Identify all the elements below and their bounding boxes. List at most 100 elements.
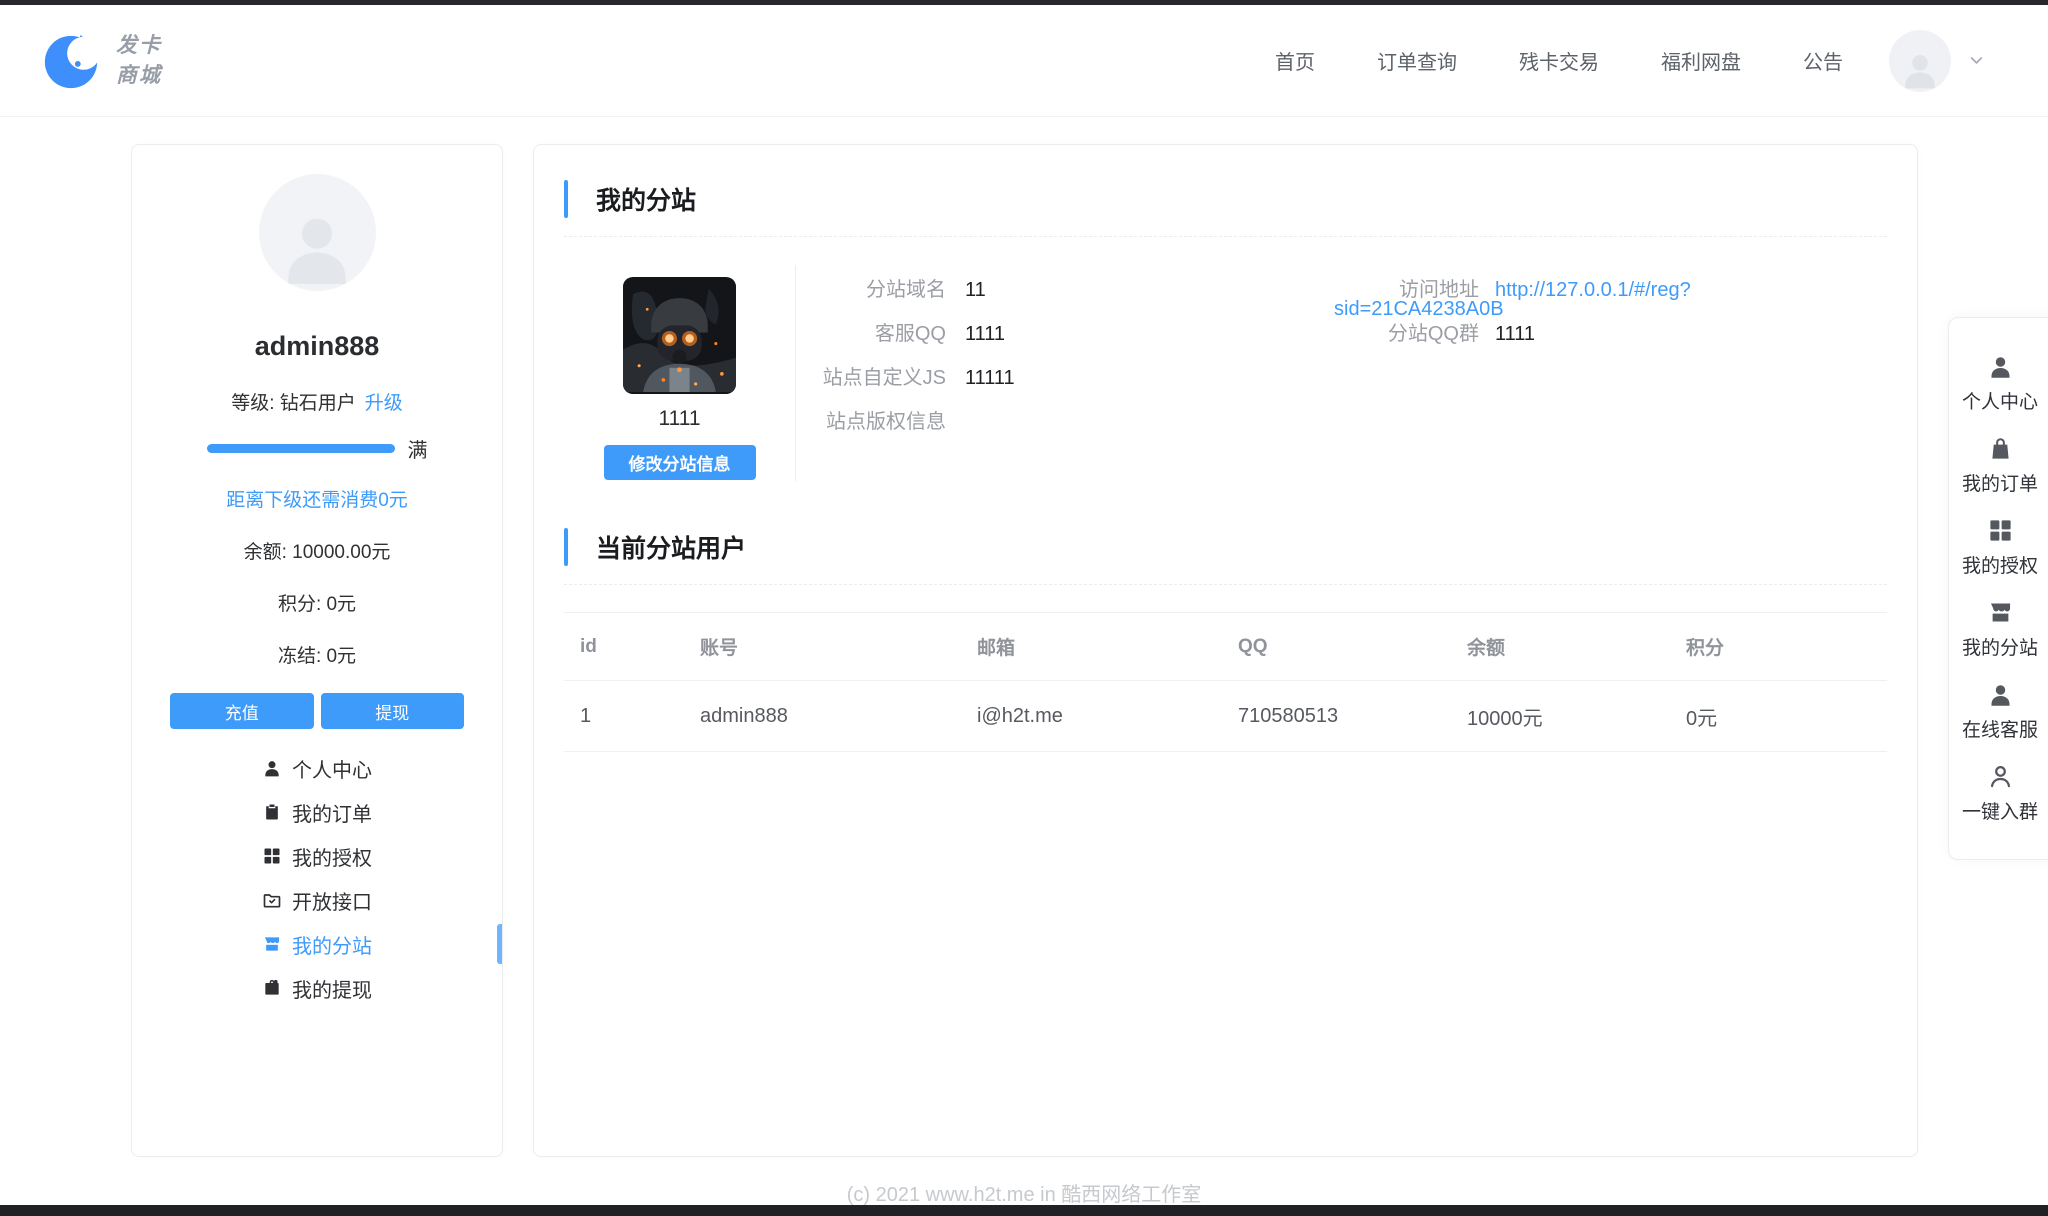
sidebar-item-label: 我的提现 (292, 974, 372, 1003)
level-text: 等级: 钻石用户 (231, 393, 356, 414)
sidebar-item-my-substation[interactable]: 我的分站 (132, 922, 502, 966)
section-accent-bar (564, 180, 568, 218)
wallet-buttons: 充值 提现 (132, 693, 502, 729)
join-group-icon (1987, 763, 2014, 790)
nav-item-order-query[interactable]: 订单查询 (1377, 46, 1457, 75)
field-access-url: 访问地址http://127.0.0.1/#/reg? sid=21CA4238… (1334, 268, 1887, 312)
gas-mask-art (623, 277, 736, 394)
active-indicator (497, 924, 502, 964)
frozen-line: 冻结: 0元 (132, 641, 502, 668)
upgrade-link[interactable]: 升级 (365, 393, 403, 414)
table-header-row: id 账号 邮箱 QQ 余额 积分 (564, 613, 1887, 681)
quickbar-label: 我的授权 (1962, 551, 2038, 578)
site-logo[interactable]: 发卡 商城 (40, 30, 162, 92)
profile-avatar[interactable] (259, 174, 376, 291)
progress-full-label: 满 (408, 434, 428, 463)
grid-icon (262, 846, 282, 866)
sidebar-item-label: 个人中心 (292, 754, 372, 783)
field-value: 11111 (965, 367, 1015, 389)
floating-quickbar: 个人中心 我的订单 我的授权 我的分站 在线客服 一键入群 (1948, 317, 2048, 860)
sidebar-item-personal-center[interactable]: 个人中心 (132, 746, 502, 790)
withdraw-button[interactable]: 提现 (321, 693, 465, 729)
sidebar-item-my-withdrawals[interactable]: 我的提现 (132, 966, 502, 1010)
logo-text-line1: 发卡 (116, 31, 162, 60)
field-value: 11 (965, 279, 986, 301)
app-screen: 发卡 商城 首页 订单查询 残卡交易 福利网盘 公告 admin888 等级: … (0, 0, 2048, 1216)
field-label: 站点版权信息 (796, 400, 946, 444)
sidebar-item-open-api[interactable]: 开放接口 (132, 878, 502, 922)
chevron-down-icon[interactable] (1967, 51, 1986, 70)
sidebar-item-my-auth[interactable]: 我的授权 (132, 834, 502, 878)
top-header: 发卡 商城 首页 订单查询 残卡交易 福利网盘 公告 (0, 5, 2048, 117)
substation-media-col: 1111 修改分站信息 (564, 265, 795, 481)
sidebar-item-label: 我的授权 (292, 842, 372, 871)
folder-check-icon (262, 890, 282, 910)
profile-card: admin888 等级: 钻石用户升级 满 距离下级还需消费0元 余额: 100… (131, 144, 503, 1157)
quickbar-online-support[interactable]: 在线客服 (1949, 670, 2048, 752)
person-icon (262, 758, 282, 778)
quickbar-personal-center[interactable]: 个人中心 (1949, 342, 2048, 424)
section-title: 我的分站 (596, 181, 696, 217)
field-copyright: 站点版权信息 (796, 400, 1334, 444)
quickbar-my-auth[interactable]: 我的授权 (1949, 506, 2048, 588)
cell-account: admin888 (684, 681, 961, 752)
col-id: id (564, 613, 684, 681)
quickbar-join-group[interactable]: 一键入群 (1949, 752, 2048, 834)
user-avatar[interactable] (1889, 30, 1951, 92)
substation-fields-right: 访问地址http://127.0.0.1/#/reg? sid=21CA4238… (1334, 265, 1887, 481)
next-level-hint[interactable]: 距离下级还需消费0元 (132, 485, 502, 512)
divider (564, 584, 1887, 585)
logo-text: 发卡 商城 (116, 31, 162, 90)
points-line: 积分: 0元 (132, 589, 502, 616)
balance-line: 余额: 10000.00元 (132, 537, 502, 564)
level-row: 等级: 钻石用户升级 (132, 388, 502, 415)
nav-item-home[interactable]: 首页 (1275, 46, 1315, 75)
order-icon (262, 802, 282, 822)
col-account: 账号 (684, 613, 961, 681)
sidebar-item-label: 我的分站 (292, 930, 372, 959)
quickbar-label: 一键入群 (1962, 797, 2038, 824)
main-nav: 首页 订单查询 残卡交易 福利网盘 公告 (1275, 46, 1843, 75)
logo-text-line2: 商城 (116, 61, 162, 90)
quickbar-label: 在线客服 (1962, 715, 2038, 742)
substation-users-table: id 账号 邮箱 QQ 余额 积分 1 admin888 i@h2t.me 71… (564, 612, 1887, 752)
nav-item-announcement[interactable]: 公告 (1803, 46, 1843, 75)
section-head-current-users: 当前分站用户 (564, 527, 1887, 566)
section-accent-bar (564, 528, 568, 566)
col-balance: 余额 (1451, 613, 1670, 681)
page-content: admin888 等级: 钻石用户升级 满 距离下级还需消费0元 余额: 100… (131, 144, 1918, 1157)
quickbar-label: 我的订单 (1962, 469, 2038, 496)
grid-icon (1987, 517, 2014, 544)
table-row: 1 admin888 i@h2t.me 710580513 10000元 0元 (564, 681, 1887, 752)
cell-email: i@h2t.me (961, 681, 1222, 752)
sidebar-item-my-orders[interactable]: 我的订单 (132, 790, 502, 834)
col-points: 积分 (1670, 613, 1887, 681)
substation-info-row: 1111 修改分站信息 分站域名11 客服QQ1111 站点自定义JS11111 (564, 265, 1887, 481)
substation-logo-image (623, 277, 736, 394)
progress-bar (207, 444, 395, 453)
access-url-link-wrap[interactable]: sid=21CA4238A0B (1334, 297, 1504, 321)
sidebar-item-label: 我的订单 (292, 798, 372, 827)
edit-substation-button[interactable]: 修改分站信息 (604, 445, 756, 480)
quickbar-my-orders[interactable]: 我的订单 (1949, 424, 2048, 506)
field-value: 1111 (1495, 323, 1535, 345)
cell-qq: 710580513 (1222, 681, 1451, 752)
substation-fields-left: 分站域名11 客服QQ1111 站点自定义JS11111 站点版权信息 (796, 265, 1334, 481)
nav-item-card-trade[interactable]: 残卡交易 (1519, 46, 1599, 75)
access-url-link[interactable]: http://127.0.0.1/#/reg? (1495, 279, 1691, 301)
briefcase-icon (262, 978, 282, 998)
window-bottom-edge (0, 1205, 2048, 1216)
support-person-icon (1987, 681, 2014, 708)
field-label: 站点自定义JS (796, 356, 946, 400)
copyright-text: (c) 2021 www.h2t.me in 酷西网络工作室 (847, 1184, 1202, 1206)
quickbar-my-substation[interactable]: 我的分站 (1949, 588, 2048, 670)
field-custom-js: 站点自定义JS 11111 (796, 356, 1334, 400)
recharge-button[interactable]: 充值 (170, 693, 314, 729)
cell-balance: 10000元 (1451, 681, 1670, 752)
quickbar-label: 我的分站 (1962, 633, 2038, 660)
sidebar-item-label: 开放接口 (292, 886, 372, 915)
substation-name: 1111 (658, 407, 700, 431)
shopping-bag-icon (1987, 435, 2014, 462)
nav-item-welfare-disk[interactable]: 福利网盘 (1661, 46, 1741, 75)
main-panel: 我的分站 (533, 144, 1918, 1157)
